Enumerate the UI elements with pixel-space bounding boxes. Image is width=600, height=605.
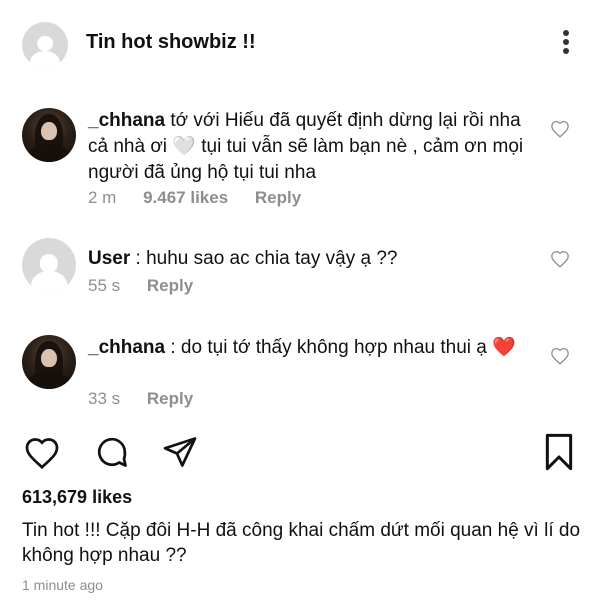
page-avatar[interactable]	[22, 22, 68, 68]
send-icon[interactable]	[162, 434, 198, 470]
heart-icon[interactable]	[550, 120, 570, 138]
comment-body: : do tụi tớ thấy không hợp nhau thui ạ ❤…	[170, 337, 516, 358]
post-likes[interactable]: 613,679 likes	[22, 487, 132, 508]
avatar[interactable]	[22, 238, 76, 292]
comment-meta: 2 m 9.467 likes Reply	[88, 188, 323, 208]
avatar[interactable]	[22, 335, 76, 389]
heart-icon[interactable]	[550, 250, 570, 268]
more-vertical-icon[interactable]	[560, 30, 572, 60]
post-caption: Tin hot !!! Cặp đôi H-H đã công khai chấ…	[22, 520, 581, 566]
page-title[interactable]: Tin hot showbiz !!	[86, 31, 256, 54]
comment-likes[interactable]: 9.467 likes	[143, 188, 228, 207]
post-header: Tin hot showbiz !!	[0, 0, 600, 90]
comment-text: _chhana tớ với Hiếu đã quyết định dừng l…	[88, 108, 528, 186]
comment-time: 55 s	[88, 276, 121, 295]
comment-username[interactable]: _chhana	[88, 110, 165, 131]
post-time: 1 minute ago	[22, 577, 103, 593]
heart-icon[interactable]	[550, 347, 570, 365]
post-actions	[0, 430, 600, 478]
comment-body: : huhu sao ac chia tay vậy ạ ??	[135, 248, 398, 269]
reply-button[interactable]: Reply	[147, 276, 193, 295]
comment-meta: 33 s Reply	[88, 389, 215, 409]
comment-time: 2 m	[88, 188, 117, 207]
comment-text: _chhana : do tụi tớ thấy không hợp nhau …	[88, 335, 528, 361]
comment-username[interactable]: _chhana	[88, 337, 165, 358]
comment-text: User : huhu sao ac chia tay vậy ạ ??	[88, 246, 528, 272]
reply-button[interactable]: Reply	[147, 389, 193, 408]
avatar[interactable]	[22, 108, 76, 162]
comment-username[interactable]: User	[88, 248, 130, 269]
comment-meta: 55 s Reply	[88, 276, 215, 296]
bookmark-icon[interactable]	[542, 432, 576, 472]
comment-item: User : huhu sao ac chia tay vậy ạ ?? 55 …	[0, 238, 600, 298]
heart-icon[interactable]	[24, 436, 60, 470]
comment-item: _chhana : do tụi tớ thấy không hợp nhau …	[0, 335, 600, 415]
reply-button[interactable]: Reply	[255, 188, 301, 207]
comment-item: _chhana tớ với Hiếu đã quyết định dừng l…	[0, 108, 600, 218]
comment-icon[interactable]	[94, 434, 130, 470]
comment-time: 33 s	[88, 389, 121, 408]
